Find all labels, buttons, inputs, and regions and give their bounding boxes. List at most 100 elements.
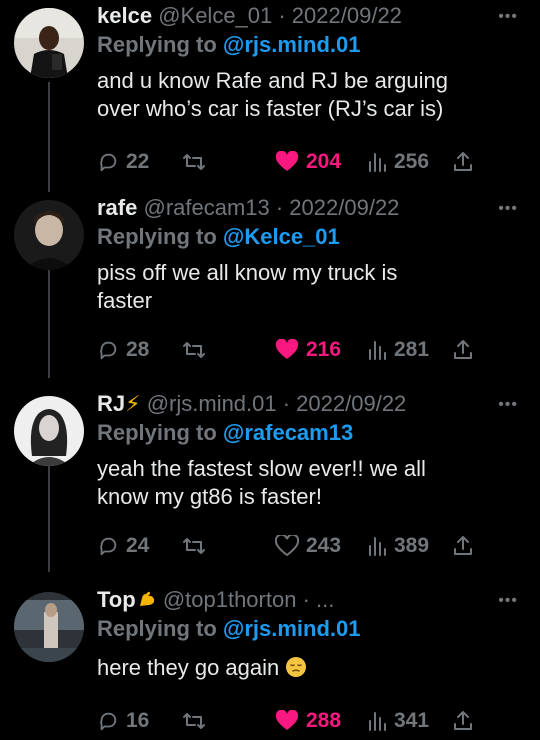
display-name[interactable]: rafe xyxy=(97,195,137,220)
display-name[interactable]: RJ xyxy=(97,391,125,416)
tweet-actions: 28 216 281 xyxy=(97,335,497,365)
view-count: 256 xyxy=(394,150,430,173)
tweet[interactable]: rafe @rafecam13 · 2022/09/22 Replying to… xyxy=(0,194,540,380)
retweet-button[interactable] xyxy=(182,706,206,736)
like-button[interactable]: 216 xyxy=(275,335,341,365)
like-count: 288 xyxy=(306,709,342,732)
handle-date[interactable]: @Kelce_01 · 2022/09/22 xyxy=(158,3,402,28)
share-icon xyxy=(454,152,472,171)
like-count: 216 xyxy=(306,338,342,361)
share-icon xyxy=(454,536,472,555)
retweet-button[interactable] xyxy=(182,531,206,561)
reply-button[interactable]: 22 xyxy=(97,147,149,177)
display-name[interactable]: kelce xyxy=(97,3,152,28)
share-icon xyxy=(454,340,472,359)
replying-to: Replying to @rafecam13 xyxy=(97,419,526,447)
views-button[interactable]: 281 xyxy=(367,335,429,365)
share-button[interactable] xyxy=(453,531,473,561)
mention-link[interactable]: @rjs.mind.01 xyxy=(223,32,361,57)
views-bar-icon xyxy=(369,341,386,360)
like-count: 243 xyxy=(306,534,342,557)
replying-to: Replying to @rjs.mind.01 xyxy=(97,31,526,59)
like-button[interactable]: 288 xyxy=(275,706,341,736)
mention-link[interactable]: @Kelce_01 xyxy=(223,224,340,249)
retweet-button[interactable] xyxy=(182,335,206,365)
retweet-icon xyxy=(183,342,205,358)
reply-bubble-icon xyxy=(100,341,117,360)
reply-count: 16 xyxy=(126,709,150,732)
tweet-header: RJ⚡ @rjs.mind.01 · 2022/09/22 xyxy=(97,390,526,418)
more-dots-icon[interactable]: ••• xyxy=(498,9,518,25)
handle-date[interactable]: @rafecam13 · 2022/09/22 xyxy=(143,195,399,220)
reply-button[interactable]: 24 xyxy=(97,531,149,561)
display-name[interactable]: Top xyxy=(97,587,136,612)
views-bar-icon xyxy=(369,537,386,556)
avatar[interactable] xyxy=(14,8,84,78)
share-button[interactable] xyxy=(453,706,473,736)
handle-date[interactable]: @rjs.mind.01 · 2022/09/22 xyxy=(147,391,407,416)
tweet-actions: 24 243 389 xyxy=(97,531,497,561)
replying-to: Replying to @Kelce_01 xyxy=(97,223,526,251)
views-bar-icon xyxy=(369,153,386,172)
share-button[interactable] xyxy=(453,147,473,177)
heart-icon xyxy=(275,710,299,730)
like-button[interactable]: 243 xyxy=(275,531,341,561)
share-icon xyxy=(454,711,472,730)
tweet-header: rafe @rafecam13 · 2022/09/22 xyxy=(97,194,526,222)
tweet[interactable]: Top @top1thorton · ... Replying to @rjs.… xyxy=(0,586,540,740)
tweet-text: and u know Rafe and RJ be arguing over w… xyxy=(97,68,449,121)
retweet-icon xyxy=(183,538,205,554)
replying-prefix: Replying to xyxy=(97,420,223,445)
tweet-text: piss off we all know my truck is faster xyxy=(97,260,398,313)
avatar[interactable] xyxy=(14,396,84,466)
reply-count: 28 xyxy=(126,338,150,361)
like-button[interactable]: 204 xyxy=(275,147,341,177)
tweet-actions: 16 288 341 xyxy=(97,706,497,736)
reply-bubble-icon xyxy=(100,537,117,556)
tweet-header: Top @top1thorton · ... xyxy=(97,586,526,614)
heart-outline-icon xyxy=(275,535,299,557)
reply-bubble-icon xyxy=(100,153,117,172)
retweet-icon xyxy=(183,154,205,170)
heart-icon xyxy=(275,151,299,171)
lightning-emoji-icon: ⚡ xyxy=(125,391,141,416)
replying-to: Replying to @rjs.mind.01 xyxy=(97,615,526,643)
replying-prefix: Replying to xyxy=(97,224,223,249)
like-count: 204 xyxy=(306,150,342,173)
mention-link[interactable]: @rafecam13 xyxy=(223,420,353,445)
tweet-header: kelce @Kelce_01 · 2022/09/22 xyxy=(97,2,526,30)
reply-count: 22 xyxy=(126,150,150,173)
tweet[interactable]: RJ⚡ @rjs.mind.01 · 2022/09/22 Replying t… xyxy=(0,390,540,580)
avatar[interactable] xyxy=(14,200,84,270)
more-dots-icon[interactable]: ••• xyxy=(498,397,518,413)
heart-icon xyxy=(275,339,299,359)
reply-button[interactable]: 28 xyxy=(97,335,149,365)
tweet-text-row: here they go again xyxy=(97,654,526,682)
tweet-text: yeah the fastest slow ever!! we all know… xyxy=(97,456,426,509)
mention-link[interactable]: @rjs.mind.01 xyxy=(223,616,361,641)
replying-prefix: Replying to xyxy=(97,32,223,57)
tweet-text: here they go again xyxy=(97,655,280,680)
view-count: 281 xyxy=(394,338,430,361)
retweet-icon xyxy=(183,713,205,729)
views-button[interactable]: 389 xyxy=(367,531,429,561)
views-bar-icon xyxy=(369,712,386,731)
reply-button[interactable]: 16 xyxy=(97,706,149,736)
avatar[interactable] xyxy=(14,592,84,662)
reply-count: 24 xyxy=(126,534,150,557)
flexed-biceps-emoji-icon xyxy=(137,588,157,608)
tweet[interactable]: kelce @Kelce_01 · 2022/09/22 Replying to… xyxy=(0,2,540,192)
handle-date[interactable]: @top1thorton · ... xyxy=(163,587,335,612)
view-count: 341 xyxy=(394,709,430,732)
views-button[interactable]: 341 xyxy=(367,706,429,736)
more-dots-icon[interactable]: ••• xyxy=(498,593,518,609)
pensive-face-emoji-icon xyxy=(285,656,307,678)
share-button[interactable] xyxy=(453,335,473,365)
replying-prefix: Replying to xyxy=(97,616,223,641)
view-count: 389 xyxy=(394,534,430,557)
more-dots-icon[interactable]: ••• xyxy=(498,201,518,217)
views-button[interactable]: 256 xyxy=(367,147,429,177)
tweet-actions: 22 204 256 xyxy=(97,147,497,177)
reply-bubble-icon xyxy=(100,712,117,731)
retweet-button[interactable] xyxy=(182,147,206,177)
